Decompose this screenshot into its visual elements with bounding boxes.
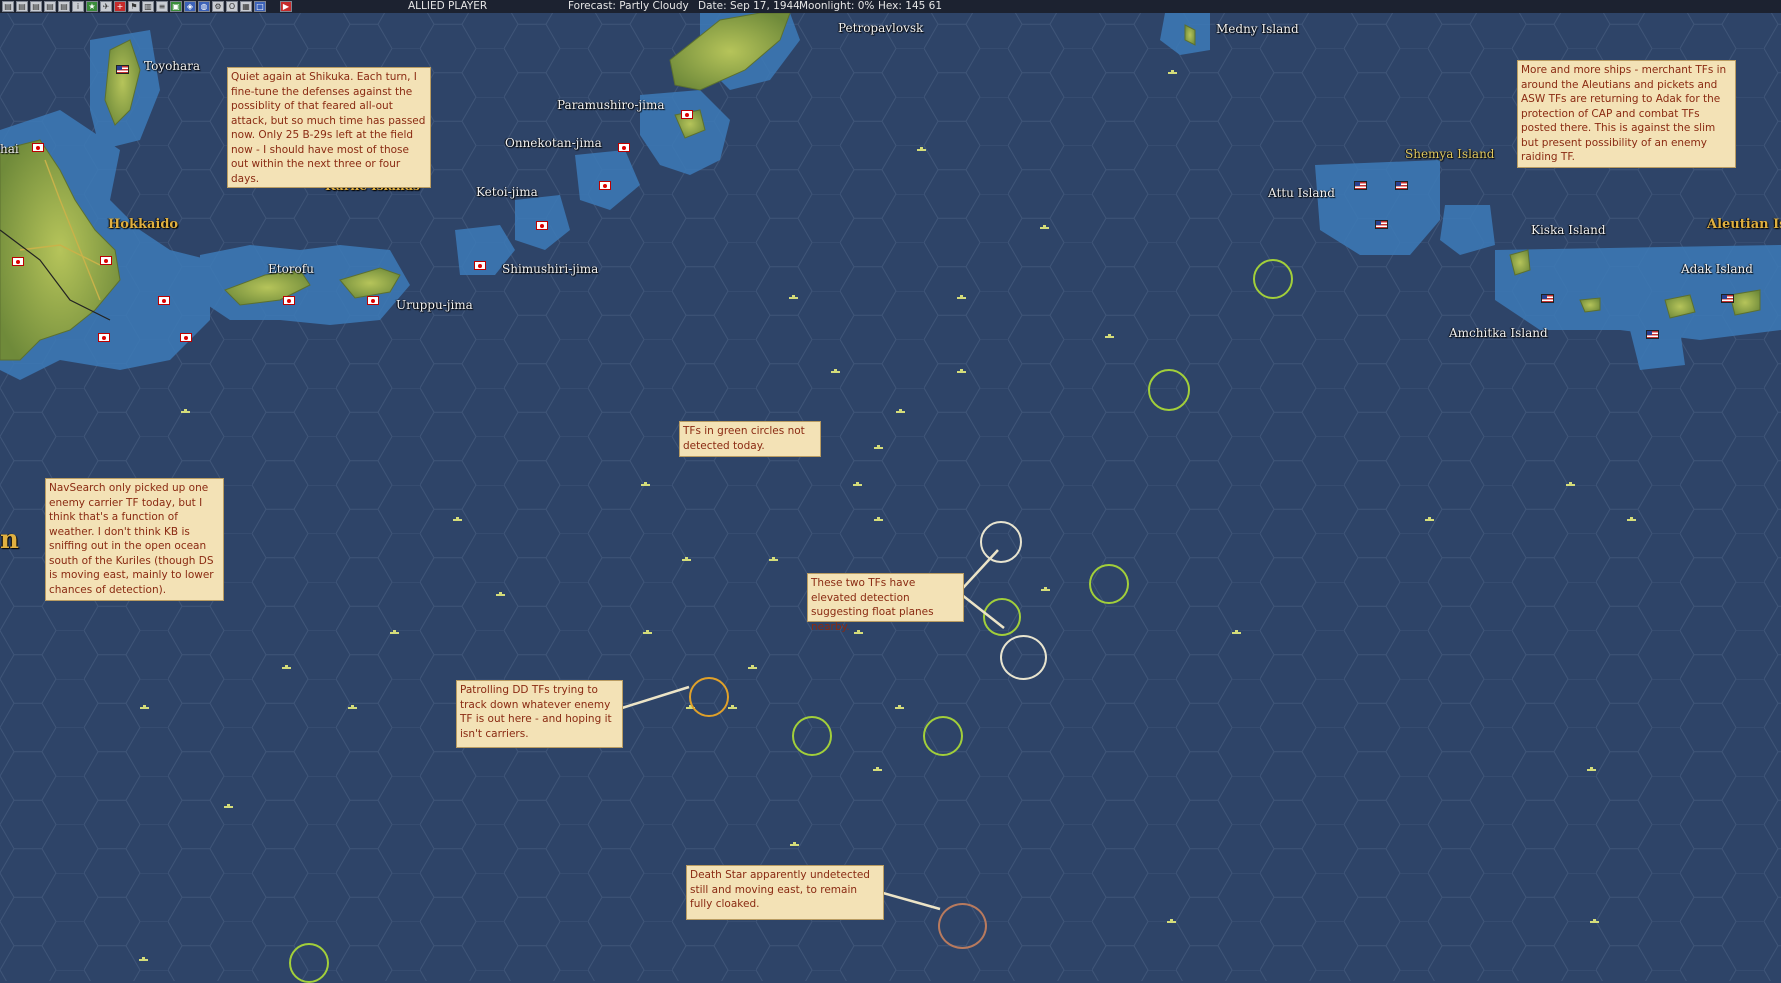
- report-icon[interactable]: ▤: [2, 1, 14, 12]
- ob-icon[interactable]: O: [226, 1, 238, 12]
- report-icon[interactable]: ▤: [16, 1, 28, 12]
- log-icon[interactable]: ▦: [240, 1, 252, 12]
- flag-icon[interactable]: ⚑: [128, 1, 140, 12]
- note-shikuka: Quiet again at Shikuka. Each turn, I fin…: [227, 67, 431, 188]
- side-label: ALLIED PLAYER: [408, 0, 488, 12]
- map-icon[interactable]: ◈: [184, 1, 196, 12]
- report-icon[interactable]: ▤: [58, 1, 70, 12]
- note-elevated-detection: These two TFs have elevated detection su…: [807, 573, 964, 633]
- list-icon[interactable]: ≡: [156, 1, 168, 12]
- info-icon[interactable]: i: [72, 1, 84, 12]
- map-view[interactable]: Toyohara Petropavlovsk Medny Island Para…: [0, 13, 1781, 983]
- end-turn-icon[interactable]: ▶: [280, 1, 292, 12]
- top-toolbar: ▤ ▤ ▤ ▤ ▤ i ★ ✈ + ⚑ ▥ ≡ ▣ ◈ ◍ ⚙ O ▦ □ ▶ …: [0, 0, 1781, 14]
- base-icon[interactable]: ▥: [142, 1, 154, 12]
- report-icon[interactable]: ▤: [44, 1, 56, 12]
- toolbar-icons: ▤ ▤ ▤ ▤ ▤ i ★ ✈ + ⚑ ▥ ≡ ▣ ◈ ◍ ⚙ O ▦ □ ▶: [0, 1, 292, 13]
- note-patrolling: Patrolling DD TFs trying to track down w…: [456, 680, 623, 748]
- cross-icon[interactable]: +: [114, 1, 126, 12]
- window-icon[interactable]: □: [254, 1, 266, 12]
- forecast-label: Forecast: Partly Cloudy: [568, 0, 689, 12]
- note-green-circles: TFs in green circles not detected today.: [679, 421, 821, 457]
- note-navsearch: NavSearch only picked up one enemy carri…: [45, 478, 224, 601]
- note-death-star: Death Star apparently undetected still a…: [686, 865, 884, 920]
- note-aleutians: More and more ships - merchant TFs in ar…: [1517, 60, 1736, 168]
- unit-icon[interactable]: ▣: [170, 1, 182, 12]
- date-label: Date: Sep 17, 1944: [698, 0, 800, 12]
- globe-icon[interactable]: ◍: [198, 1, 210, 12]
- settings-icon[interactable]: ⚙: [212, 1, 224, 12]
- hex-label: Hex: 145 61: [878, 0, 942, 12]
- star-icon[interactable]: ★: [86, 1, 98, 12]
- moonlight-label: Moonlight: 0%: [799, 0, 875, 12]
- aircraft-icon[interactable]: ✈: [100, 1, 112, 12]
- report-icon[interactable]: ▤: [30, 1, 42, 12]
